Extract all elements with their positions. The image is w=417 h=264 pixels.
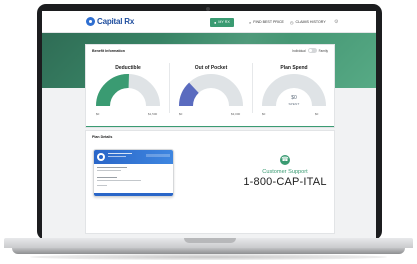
- nav-claims-history[interactable]: ◷ CLAIMS HISTORY: [290, 18, 326, 27]
- metric-divider: [252, 63, 253, 113]
- brand-name: Capital Rx: [97, 17, 135, 26]
- screen: Capital Rx ● MY RX ⌕ FIND BEST PRICE ◷ C…: [42, 11, 376, 238]
- metric-title: Out of Pocket: [194, 65, 228, 71]
- laptop-base-bottom: [12, 248, 405, 254]
- laptop-notch: [184, 238, 236, 243]
- laptop-base: [4, 238, 413, 248]
- gauge-min: $0: [179, 112, 183, 116]
- pill-icon: ●: [214, 20, 217, 25]
- nav-find-best-price[interactable]: ⌕ FIND BEST PRICE: [249, 18, 284, 27]
- metric-divider: [169, 63, 170, 113]
- id-card-badge: [146, 154, 170, 157]
- id-card-text-line: [108, 156, 126, 157]
- search-icon: ⌕: [249, 20, 252, 25]
- capital-rx-logo-icon: [86, 17, 95, 26]
- id-card-text-line: [97, 167, 127, 168]
- gauge-value: $0: [291, 95, 297, 101]
- gauge-max: $3,000: [231, 112, 241, 116]
- metric-title: Deductible: [115, 65, 141, 71]
- benefit-information-title: Benefit Information: [92, 49, 125, 53]
- gauge-value: $767: [205, 95, 217, 101]
- id-card-stripe: [94, 193, 173, 196]
- gauge-max: $0: [315, 112, 319, 116]
- gauge-spent-label: SPENT: [122, 102, 134, 106]
- gauge-value: $767: [122, 95, 134, 101]
- member-id-card[interactable]: [93, 149, 174, 197]
- settings-gear-icon[interactable]: ⚙: [334, 18, 338, 27]
- gauge-max: $1,500: [148, 112, 158, 116]
- customer-support-phone[interactable]: 1-800-CAP-ITAL: [230, 176, 340, 188]
- nav-my-rx-label: MY RX: [218, 20, 230, 24]
- benefit-information-card: Benefit Information Individual Family De…: [85, 44, 335, 128]
- id-card-text-line: [97, 180, 141, 181]
- history-icon: ◷: [290, 20, 294, 25]
- toggle-label-family: Family: [318, 48, 328, 53]
- id-card-text-line: [97, 170, 121, 171]
- toggle-switch[interactable]: [307, 48, 317, 53]
- gauge-min: $0: [96, 112, 100, 116]
- nav-my-rx-button[interactable]: ● MY RX: [210, 18, 234, 27]
- id-card-text-line: [97, 185, 107, 186]
- nav-find-best-price-label: FIND BEST PRICE: [253, 20, 284, 24]
- laptop-shadow: [30, 254, 387, 260]
- customer-support-label: Customer Support: [262, 169, 308, 175]
- top-navbar: Capital Rx ● MY RX ⌕ FIND BEST PRICE ◷ C…: [42, 11, 376, 33]
- plan-details-title: Plan Details: [92, 135, 113, 139]
- toggle-label-individual: Individual: [292, 48, 306, 53]
- id-card-logo-icon: [97, 153, 105, 161]
- individual-family-toggle[interactable]: Individual Family: [292, 48, 328, 53]
- nav-claims-history-label: CLAIMS HISTORY: [295, 20, 326, 24]
- gauge-min: $0: [262, 112, 266, 116]
- id-card-header: [94, 150, 173, 164]
- id-card-text-line: [108, 153, 132, 154]
- customer-support-icon: ☎: [280, 155, 290, 165]
- gauge-spent-label: SPENT: [205, 102, 217, 106]
- brand-logo[interactable]: Capital Rx: [86, 17, 134, 26]
- id-card-text-line: [97, 177, 117, 178]
- metric-title: Plan Spend: [280, 65, 308, 71]
- card-accent-line: [86, 126, 334, 127]
- gauge-spent-label: SPENT: [288, 102, 300, 106]
